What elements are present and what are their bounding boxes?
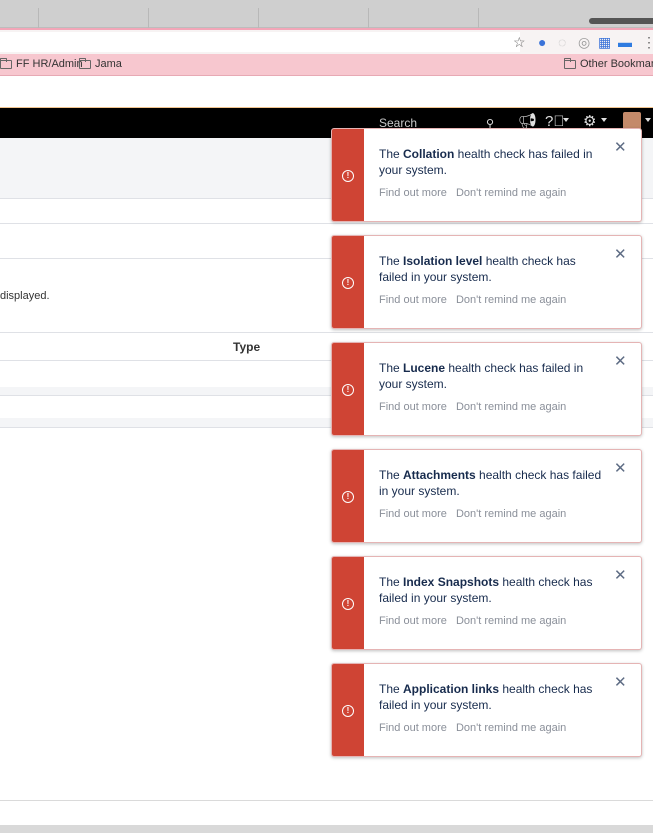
close-icon[interactable]: ✕ (614, 461, 627, 476)
health-check-flag: ! The Lucene health check has failed in … (331, 342, 642, 436)
dont-remind-link[interactable]: Don't remind me again (456, 508, 566, 520)
chevron-down-icon (645, 118, 651, 122)
find-out-more-link[interactable]: Find out more (379, 508, 447, 520)
extension-circle-icon[interactable]: ◌ (558, 34, 566, 50)
window-controls[interactable] (589, 18, 653, 24)
find-out-more-link[interactable]: Find out more (379, 722, 447, 734)
address-bar[interactable] (0, 32, 520, 52)
browser-tab[interactable] (258, 8, 259, 28)
flag-error-stripe: ! (332, 129, 364, 221)
browser-tab[interactable] (38, 8, 39, 28)
error-icon: ! (342, 598, 354, 610)
browser-tab[interactable] (148, 8, 149, 28)
close-icon[interactable]: ✕ (614, 140, 627, 155)
find-out-more-link[interactable]: Find out more (379, 615, 447, 627)
close-icon[interactable]: ✕ (614, 354, 627, 369)
flag-error-stripe: ! (332, 664, 364, 756)
health-check-flag: ! The Isolation level health check has f… (331, 235, 642, 329)
close-icon[interactable]: ✕ (614, 675, 627, 690)
close-icon[interactable]: ✕ (614, 568, 627, 583)
browser-menu-icon[interactable]: ⋮ (642, 34, 653, 50)
bookmark-label: Jama (95, 58, 122, 70)
calendar-extension-icon[interactable]: ▦ (598, 34, 611, 50)
health-check-flag: ! The Attachments health check has faile… (331, 449, 642, 543)
flag-message: The Collation health check has failed in… (379, 147, 593, 177)
app-banner-area (0, 76, 653, 108)
flag-error-stripe: ! (332, 450, 364, 542)
column-header-type[interactable]: Type (233, 340, 260, 354)
browser-tab-strip (0, 0, 653, 28)
dont-remind-link[interactable]: Don't remind me again (456, 401, 566, 413)
health-check-flag: ! The Collation health check has failed … (331, 128, 642, 222)
dont-remind-link[interactable]: Don't remind me again (456, 722, 566, 734)
extension-blue-icon[interactable]: ● (538, 34, 546, 50)
health-check-flag: ! The Index Snapshots health check has f… (331, 556, 642, 650)
extension-window-icon[interactable]: ▬ (618, 34, 632, 50)
flag-actions: Find out more Don't remind me again (379, 187, 572, 199)
folder-icon (564, 57, 576, 69)
divider (0, 332, 653, 333)
error-icon: ! (342, 170, 354, 182)
flag-message: The Index Snapshots health check has fai… (379, 575, 593, 605)
other-bookmarks[interactable]: Other Bookmark (564, 57, 653, 70)
folder-icon (0, 57, 12, 69)
flag-message: The Attachments health check has failed … (379, 468, 602, 498)
bookmark-folder-jama[interactable]: Jama (79, 57, 122, 70)
bottom-status-bar (0, 800, 653, 833)
find-out-more-link[interactable]: Find out more (379, 187, 447, 199)
close-icon[interactable]: ✕ (614, 247, 627, 262)
browser-tab[interactable] (368, 8, 369, 28)
find-out-more-link[interactable]: Find out more (379, 294, 447, 306)
flag-message: The Isolation level health check has fai… (379, 254, 576, 284)
find-out-more-link[interactable]: Find out more (379, 401, 447, 413)
chevron-down-icon (563, 118, 569, 122)
dont-remind-link[interactable]: Don't remind me again (456, 187, 566, 199)
bookmark-folder-hr-admin[interactable]: FF HR/Admin (0, 57, 83, 70)
bookmark-star-icon[interactable]: ☆ (513, 34, 526, 50)
flag-actions: Find out more Don't remind me again (379, 294, 572, 306)
info-message: displayed. (0, 290, 50, 302)
browser-toolbar: ☆ ● ◌ ◎ ▦ ▬ ⋮ (0, 28, 653, 54)
folder-icon (79, 57, 91, 69)
bookmark-label: FF HR/Admin (16, 58, 83, 70)
error-icon: ! (342, 384, 354, 396)
chevron-down-icon (601, 118, 607, 122)
flag-actions: Find out more Don't remind me again (379, 615, 572, 627)
browser-tab[interactable] (478, 8, 479, 28)
divider (0, 223, 653, 224)
error-icon: ! (342, 491, 354, 503)
flag-actions: Find out more Don't remind me again (379, 508, 572, 520)
flag-message: The Application links health check has f… (379, 682, 593, 712)
flag-error-stripe: ! (332, 557, 364, 649)
flag-actions: Find out more Don't remind me again (379, 401, 572, 413)
extension-dot-icon[interactable]: ◎ (578, 34, 590, 50)
flag-error-stripe: ! (332, 236, 364, 328)
flag-actions: Find out more Don't remind me again (379, 722, 572, 734)
error-icon: ! (342, 705, 354, 717)
flag-message: The Lucene health check has failed in yo… (379, 361, 584, 391)
error-icon: ! (342, 277, 354, 289)
dont-remind-link[interactable]: Don't remind me again (456, 615, 566, 627)
other-bookmarks-label: Other Bookmark (580, 58, 653, 70)
bookmarks-bar: FF HR/Admin Jama Other Bookmark (0, 54, 653, 76)
health-check-flag: ! The Application links health check has… (331, 663, 642, 757)
flag-error-stripe: ! (332, 343, 364, 435)
dont-remind-link[interactable]: Don't remind me again (456, 294, 566, 306)
